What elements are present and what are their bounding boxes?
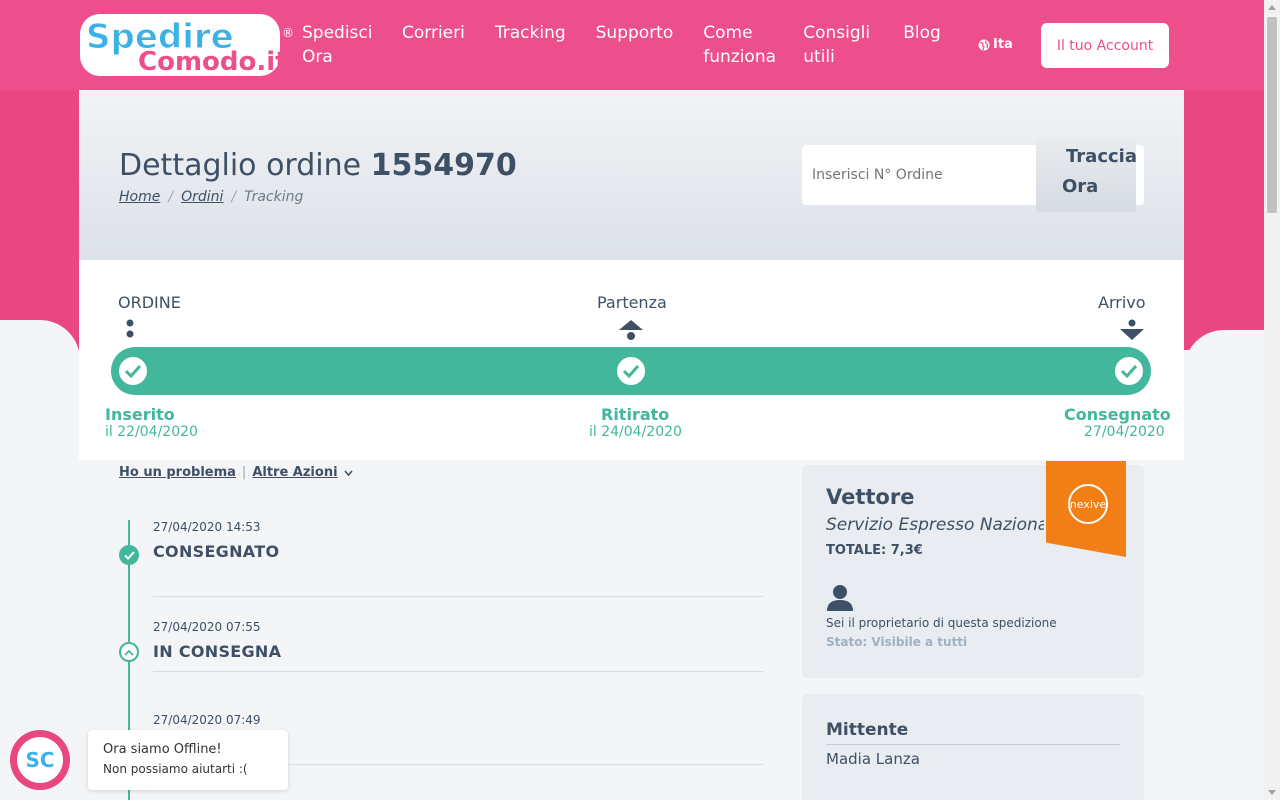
- track-button-line1: Traccia: [1066, 146, 1137, 167]
- step-check-icon: [1112, 354, 1146, 388]
- language-selector[interactable]: Ita: [978, 37, 1013, 52]
- step-date-inserito: il 22/04/2020: [105, 424, 198, 440]
- breadcrumb: Home / Ordini / Tracking: [119, 189, 303, 205]
- nav-spedisci-ora[interactable]: Spedisci Ora: [302, 21, 372, 69]
- step-date-ritirato: il 24/04/2020: [589, 424, 682, 440]
- stage-label-arrivo: Arrivo: [1098, 293, 1146, 312]
- step-check-icon: [116, 354, 150, 388]
- step-check-icon: [614, 354, 648, 388]
- stage-label-partenza: Partenza: [597, 293, 667, 312]
- chat-avatar-logo: SC: [17, 737, 63, 783]
- page-title-prefix: Dettaglio ordine: [119, 148, 362, 183]
- nav-corrieri[interactable]: Corrieri: [402, 21, 465, 69]
- registered-mark: ®: [282, 26, 294, 40]
- sender-name: Madia Lanza: [826, 750, 920, 768]
- departure-arrow-icon: [619, 320, 643, 340]
- event-divider: [153, 596, 763, 597]
- svg-text:Comodo.it: Comodo.it: [138, 47, 285, 77]
- scroll-down-arrow-icon[interactable]: [1268, 790, 1276, 795]
- more-actions-dropdown[interactable]: Altre Azioni: [252, 465, 337, 480]
- account-button[interactable]: Il tuo Account: [1041, 23, 1169, 68]
- nexive-logo: nexive: [1046, 461, 1126, 557]
- svg-text:nexive: nexive: [1070, 498, 1107, 511]
- scroll-up-arrow-icon[interactable]: [1268, 5, 1276, 10]
- step-title-consegnato: Consegnato: [1064, 405, 1171, 424]
- actions-separator: |: [241, 465, 247, 480]
- event-date: 27/04/2020 07:49: [153, 713, 261, 727]
- event-divider: [153, 671, 763, 672]
- nexive-logo-icon: nexive: [1068, 484, 1108, 524]
- sender-card: Mittente Madia Lanza: [802, 694, 1144, 800]
- sender-heading: Mittente: [826, 720, 1120, 745]
- breadcrumb-ordini[interactable]: Ordini: [181, 189, 223, 205]
- chevron-down-icon: [343, 469, 353, 476]
- decorative-cloud: [1184, 330, 1264, 370]
- step-title-inserito: Inserito: [105, 405, 175, 424]
- page-scrollbar[interactable]: [1264, 0, 1280, 800]
- track-button-line2: Ora: [1062, 176, 1099, 197]
- event-date: 27/04/2020 14:53: [153, 520, 261, 534]
- order-actions: Ho un problema | Altre Azioni: [119, 465, 353, 480]
- tracking-event: 27/04/2020 07:55 IN CONSEGNA: [153, 620, 763, 672]
- site-header: Spedire Comodo.it ® Spedisci Ora Corrier…: [0, 0, 1264, 90]
- chat-status-bubble: Ora siamo Offline! Non possiamo aiutarti…: [88, 730, 288, 790]
- decorative-cloud: [0, 320, 80, 360]
- event-status: IN CONSEGNA: [153, 642, 282, 661]
- track-now-button[interactable]: Traccia Ora: [1036, 138, 1137, 212]
- chat-offline-message: Non possiamo aiutarti :(: [103, 762, 248, 776]
- tracking-search-box: Traccia Ora: [802, 138, 1144, 212]
- main-content: Dettaglio ordine 1554970 Home / Ordini /…: [79, 90, 1184, 800]
- globe-icon: [978, 39, 990, 50]
- chat-offline-title: Ora siamo Offline!: [103, 742, 222, 757]
- nav-blog[interactable]: Blog: [903, 21, 941, 69]
- nav-come-funziona[interactable]: Come funziona: [703, 21, 776, 69]
- language-label: Ita: [993, 37, 1013, 52]
- nav-tracking[interactable]: Tracking: [495, 21, 566, 69]
- carrier-card: nexive Vettore Servizio Espresso Naziona…: [802, 461, 1144, 678]
- delivered-check-icon: [119, 545, 139, 565]
- chat-avatar-button[interactable]: SC: [10, 730, 70, 790]
- in-delivery-chevron-up-icon: [119, 642, 139, 662]
- main-nav: Spedisci Ora Corrieri Tracking Supporto …: [302, 21, 971, 69]
- order-number: 1554970: [370, 148, 517, 183]
- hero-section: Dettaglio ordine 1554970 Home / Ordini /…: [79, 90, 1184, 260]
- order-number-input[interactable]: [802, 145, 1042, 205]
- shipment-progress: ORDINE Partenza Arrivo Inserito il 22/04…: [79, 260, 1184, 460]
- breadcrumb-separator: /: [168, 189, 174, 205]
- site-logo[interactable]: Spedire Comodo.it ®: [80, 12, 295, 78]
- arrival-arrow-icon: [1120, 319, 1144, 340]
- ordine-marker-icon: [126, 319, 134, 338]
- carrier-service-wrap: Servizio Espresso Nazionale: [826, 509, 1044, 535]
- nav-consigli-utili[interactable]: Consigli utili: [803, 21, 873, 69]
- event-date: 27/04/2020 07:55: [153, 620, 261, 634]
- stage-label-ordine: ORDINE: [118, 293, 181, 312]
- carrier-service: Servizio Espresso Nazionale: [826, 515, 1044, 535]
- event-status: CONSEGNATO: [153, 542, 280, 561]
- owner-text: Sei il proprietario di questa spedizione: [826, 616, 1057, 630]
- step-date-consegnato: 27/04/2020: [1084, 424, 1165, 440]
- problem-link[interactable]: Ho un problema: [119, 465, 236, 480]
- breadcrumb-separator: /: [231, 189, 237, 205]
- user-icon: [827, 585, 853, 611]
- page-title: Dettaglio ordine 1554970: [119, 148, 517, 183]
- breadcrumb-home[interactable]: Home: [119, 189, 160, 205]
- breadcrumb-current: Tracking: [244, 189, 304, 205]
- visibility-status: Stato: Visibile a tutti: [826, 635, 968, 649]
- scroll-thumb[interactable]: [1267, 17, 1277, 213]
- logo-graphic: Spedire Comodo.it: [80, 14, 288, 77]
- nav-supporto[interactable]: Supporto: [596, 21, 674, 69]
- step-title-ritirato: Ritirato: [601, 405, 670, 424]
- tracking-event: 27/04/2020 14:53 CONSEGNATO: [153, 520, 763, 597]
